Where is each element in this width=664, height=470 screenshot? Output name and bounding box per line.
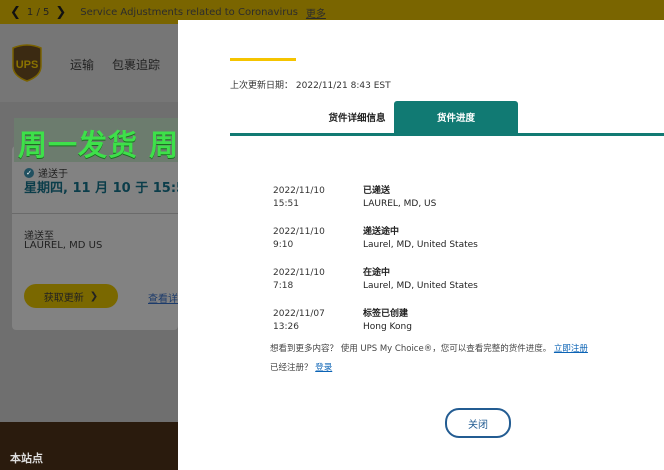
delivery-date: 星期四, 11 月 10 于 15:51 bbox=[24, 181, 195, 196]
next-arrow-icon[interactable]: ❯ bbox=[55, 5, 66, 20]
register-link[interactable]: 立即注册 bbox=[554, 344, 588, 354]
ups-logo[interactable]: UPS bbox=[10, 42, 44, 82]
already-registered-text: 已经注册？ bbox=[270, 363, 313, 373]
alert-more-link[interactable]: 更多 bbox=[306, 5, 326, 20]
pager-text: 1 / 5 bbox=[26, 6, 50, 18]
event-detail: 递送途中 Laurel, MD, United States bbox=[363, 226, 478, 252]
event-datetime: 2022/11/10 7:18 bbox=[273, 267, 325, 293]
svg-text:UPS: UPS bbox=[16, 59, 39, 71]
last-updated-label: 上次更新日期： bbox=[230, 81, 294, 91]
event-location: Hong Kong bbox=[363, 322, 412, 332]
event-time: 9:10 bbox=[273, 240, 294, 250]
event-date: 2022/11/10 bbox=[273, 268, 325, 278]
accent-line bbox=[230, 58, 296, 61]
event-datetime: 2022/11/10 9:10 bbox=[273, 226, 325, 252]
close-button[interactable]: 关闭 bbox=[445, 408, 511, 438]
event-status: 递送途中 bbox=[363, 227, 400, 237]
last-updated: 上次更新日期： 2022/11/21 8:43 EST bbox=[230, 78, 391, 91]
nav-tracking[interactable]: 包裹追踪 bbox=[112, 56, 160, 73]
nav-shipping[interactable]: 运输 bbox=[70, 56, 94, 73]
event-date: 2022/11/10 bbox=[273, 186, 325, 196]
event-date: 2022/11/07 bbox=[273, 309, 325, 319]
event-status: 标签已创建 bbox=[363, 309, 409, 319]
site-footer: 本站点 bbox=[0, 422, 178, 470]
alert-pager: ❮ 1 / 5 ❯ bbox=[10, 5, 66, 20]
already-registered: 已经注册？ 登录 bbox=[270, 361, 332, 373]
event-location: Laurel, MD, United States bbox=[363, 240, 478, 250]
event-datetime: 2022/11/07 13:26 bbox=[273, 308, 325, 334]
last-updated-value: 2022/11/21 8:43 EST bbox=[295, 81, 391, 91]
footer-title: 本站点 bbox=[10, 452, 43, 465]
shipment-progress-modal: 上次更新日期： 2022/11/21 8:43 EST 货件详细信息 货件进度 … bbox=[178, 20, 664, 470]
modal-tabs: 货件详细信息 货件进度 bbox=[230, 101, 664, 136]
event-datetime: 2022/11/10 15:51 bbox=[273, 185, 325, 211]
view-details-link[interactable]: 查看详 bbox=[148, 290, 178, 305]
more-info-message: 想看到更多内容？ 使用 UPS My Choice®，您可以查看完整的货件进度。 bbox=[270, 344, 552, 354]
more-info-text: 想看到更多内容？ 使用 UPS My Choice®，您可以查看完整的货件进度。… bbox=[270, 342, 588, 354]
event-detail: 在途中 Laurel, MD, United States bbox=[363, 267, 478, 293]
check-icon: ✓ bbox=[24, 167, 34, 178]
event-location: LAUREL, MD, US bbox=[363, 199, 437, 209]
event-detail: 标签已创建 Hong Kong bbox=[363, 308, 412, 334]
tab-shipment-progress[interactable]: 货件进度 bbox=[394, 101, 518, 133]
card-divider bbox=[12, 213, 178, 214]
tab-underline bbox=[230, 133, 664, 136]
event-time: 15:51 bbox=[273, 199, 299, 209]
delivered-city: LAUREL, MD US bbox=[24, 240, 103, 251]
prev-arrow-icon[interactable]: ❮ bbox=[10, 5, 21, 20]
get-updates-label: 获取更新 bbox=[43, 292, 84, 304]
event-date: 2022/11/10 bbox=[273, 227, 325, 237]
event-time: 13:26 bbox=[273, 322, 299, 332]
get-updates-button[interactable]: 获取更新 ❯ bbox=[24, 284, 118, 308]
alert-message: Service Adjustments related to Coronavir… bbox=[80, 6, 298, 18]
login-link[interactable]: 登录 bbox=[315, 363, 332, 373]
event-status: 在途中 bbox=[363, 268, 391, 278]
event-location: Laurel, MD, United States bbox=[363, 281, 478, 291]
event-time: 7:18 bbox=[273, 281, 294, 291]
event-status: 已递送 bbox=[363, 186, 391, 196]
chevron-right-icon: ❯ bbox=[89, 290, 99, 302]
event-detail: 已递送 LAUREL, MD, US bbox=[363, 185, 436, 211]
